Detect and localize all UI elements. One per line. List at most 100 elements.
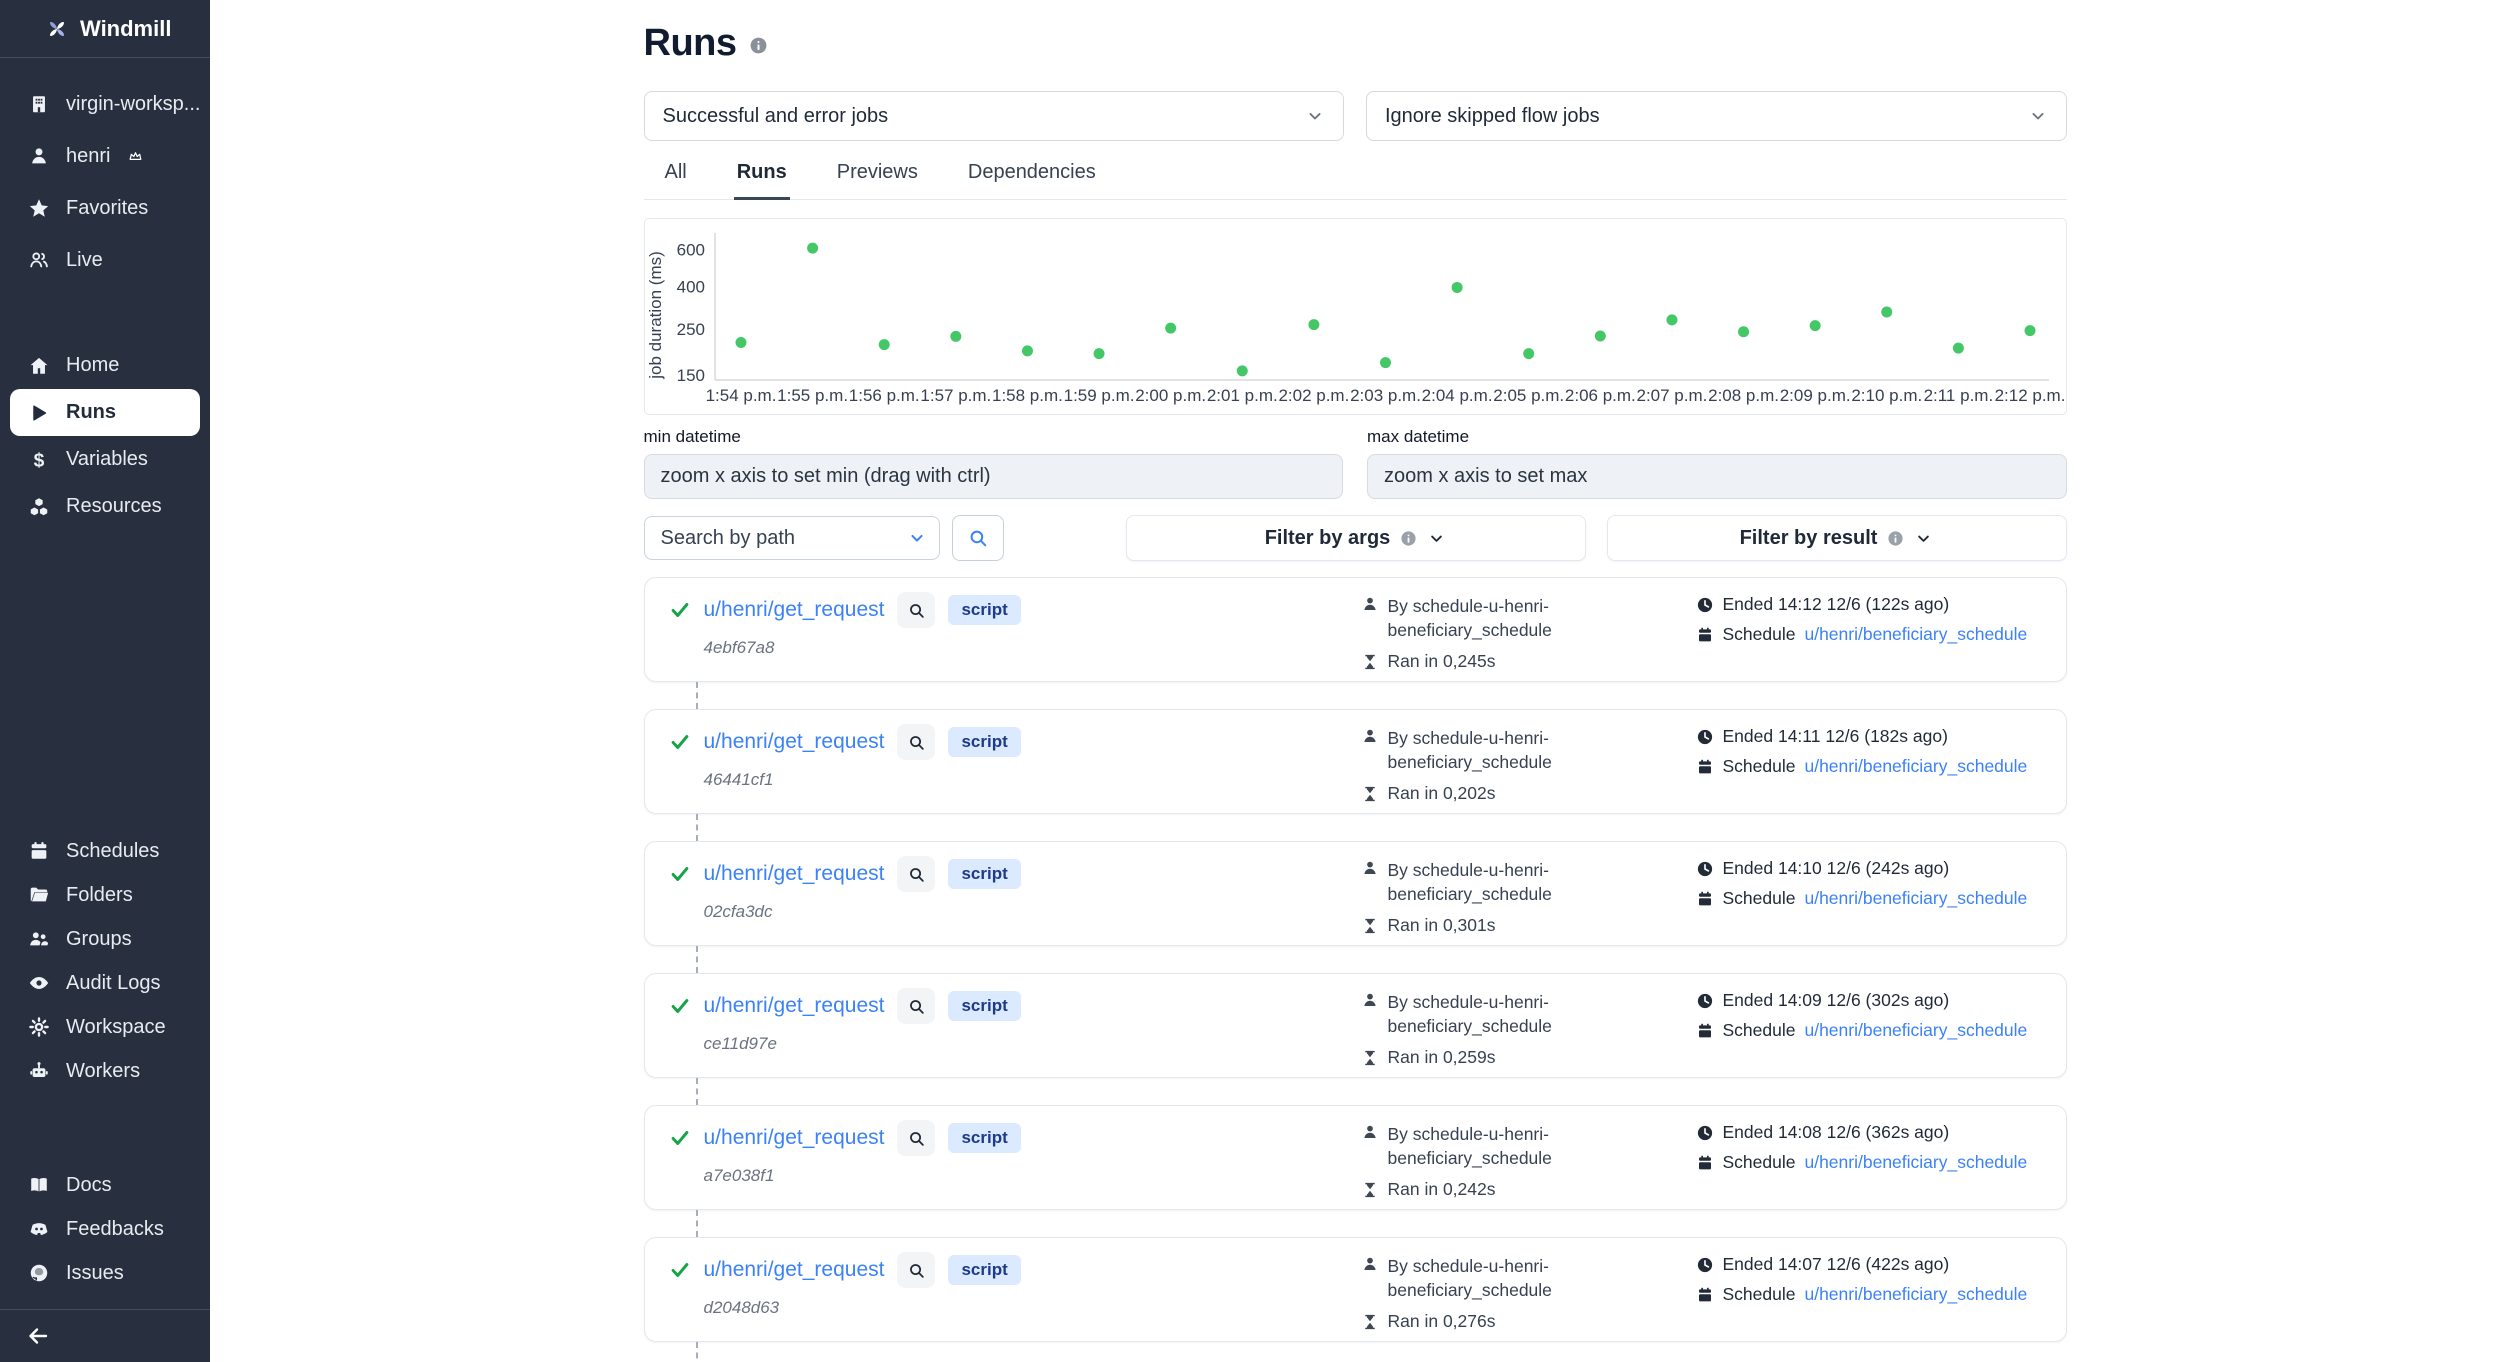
svg-text:2:12 p.m.: 2:12 p.m. bbox=[1994, 386, 2065, 405]
sidebar-collapse-button[interactable] bbox=[0, 1310, 210, 1362]
clock-icon bbox=[1696, 1256, 1714, 1274]
schedule-path-link[interactable]: u/henri/beneficiary_schedule bbox=[1804, 1152, 2027, 1173]
run-card-right: Ended 14:12 12/6 (122s ago) Schedule u/h… bbox=[1696, 592, 2046, 681]
run-path-link[interactable]: u/henri/get_request bbox=[704, 862, 885, 886]
calendar-icon bbox=[1696, 626, 1714, 644]
sidebar-item-workers[interactable]: Workers bbox=[0, 1049, 210, 1093]
schedule-path-link[interactable]: u/henri/beneficiary_schedule bbox=[1804, 756, 2027, 777]
svg-text:600: 600 bbox=[676, 241, 704, 260]
sidebar-item-home[interactable]: Home bbox=[0, 342, 210, 389]
sidebar-item-resources[interactable]: Resources bbox=[0, 483, 210, 530]
sidebar-item-runs[interactable]: Runs bbox=[10, 389, 200, 436]
sidebar-item-docs[interactable]: Docs bbox=[0, 1163, 210, 1207]
search-by-path-select[interactable]: Search by path bbox=[644, 516, 940, 560]
svg-text:$: $ bbox=[34, 450, 45, 471]
sidebar-item-audit-logs[interactable]: Audit Logs bbox=[0, 961, 210, 1005]
inspect-run-button[interactable] bbox=[897, 988, 935, 1024]
info-icon bbox=[1887, 530, 1904, 547]
svg-text:250: 250 bbox=[676, 320, 704, 339]
play-icon bbox=[28, 402, 50, 424]
schedule-prefix: Schedule bbox=[1723, 756, 1796, 777]
sidebar-item-favorites[interactable]: Favorites bbox=[0, 182, 210, 234]
runs-tabs: All Runs Previews Dependencies bbox=[644, 155, 2067, 200]
inspect-run-button[interactable] bbox=[897, 592, 935, 628]
max-datetime-input[interactable] bbox=[1367, 454, 2067, 499]
run-card-left: u/henri/get_request script d2048d63 bbox=[669, 1252, 1361, 1341]
svg-text:2:08 p.m.: 2:08 p.m. bbox=[1708, 386, 1779, 405]
run-duration: Ran in 0,301s bbox=[1388, 915, 1496, 936]
sidebar-item-issues[interactable]: Issues bbox=[0, 1251, 210, 1295]
info-icon[interactable] bbox=[749, 36, 768, 55]
inspect-run-button[interactable] bbox=[897, 1120, 935, 1156]
schedule-path-link[interactable]: u/henri/beneficiary_schedule bbox=[1804, 1284, 2027, 1305]
folders-label: Folders bbox=[66, 884, 133, 907]
inspect-run-button[interactable] bbox=[897, 856, 935, 892]
sidebar-item-workspace-settings[interactable]: Workspace bbox=[0, 1005, 210, 1049]
run-path-link[interactable]: u/henri/get_request bbox=[704, 994, 885, 1018]
tab-runs[interactable]: Runs bbox=[734, 155, 790, 200]
triggered-by: By schedule-u-henri-beneficiary_schedule bbox=[1388, 726, 1616, 774]
chevron-down-icon bbox=[2028, 106, 2048, 126]
resources-label: Resources bbox=[66, 495, 162, 518]
svg-text:2:06 p.m.: 2:06 p.m. bbox=[1564, 386, 1635, 405]
sidebar-item-feedbacks[interactable]: Feedbacks bbox=[0, 1207, 210, 1251]
tab-dependencies[interactable]: Dependencies bbox=[965, 155, 1099, 200]
run-card[interactable]: u/henri/get_request script ce11d97e By s… bbox=[644, 973, 2067, 1078]
sidebar-item-variables[interactable]: $ Variables bbox=[0, 436, 210, 483]
triggered-by: By schedule-u-henri-beneficiary_schedule bbox=[1388, 858, 1616, 906]
schedule-path-link[interactable]: u/henri/beneficiary_schedule bbox=[1804, 624, 2027, 645]
app-logo[interactable]: Windmill bbox=[0, 0, 210, 58]
run-card[interactable]: u/henri/get_request script d2048d63 By s… bbox=[644, 1237, 2067, 1342]
sidebar-workspace-group: virgin-worksp... henri Favorites bbox=[0, 58, 210, 286]
inspect-run-button[interactable] bbox=[897, 1252, 935, 1288]
duration-chart[interactable]: 6004002501501:54 p.m.1:55 p.m.1:56 p.m.1… bbox=[644, 218, 2067, 415]
user-label: henri bbox=[66, 145, 110, 168]
run-path-link[interactable]: u/henri/get_request bbox=[704, 598, 885, 622]
user-icon bbox=[1361, 727, 1379, 745]
hourglass-icon bbox=[1361, 785, 1379, 803]
success-check-icon bbox=[669, 1127, 691, 1149]
run-card[interactable]: u/henri/get_request script a7e038f1 By s… bbox=[644, 1105, 2067, 1210]
schedule-path-link[interactable]: u/henri/beneficiary_schedule bbox=[1804, 888, 2027, 909]
tab-all[interactable]: All bbox=[662, 155, 690, 200]
run-card[interactable]: u/henri/get_request script 4ebf67a8 By s… bbox=[644, 577, 2067, 682]
flow-filter-select[interactable]: Ignore skipped flow jobs bbox=[1366, 91, 2067, 141]
job-status-select[interactable]: Successful and error jobs bbox=[644, 91, 1345, 141]
inspect-run-button[interactable] bbox=[897, 724, 935, 760]
run-card[interactable]: u/henri/get_request script 02cfa3dc By s… bbox=[644, 841, 2067, 946]
run-duration: Ran in 0,242s bbox=[1388, 1179, 1496, 1200]
filter-by-args-button[interactable]: Filter by args bbox=[1126, 515, 1586, 561]
filter-by-result-button[interactable]: Filter by result bbox=[1607, 515, 2067, 561]
run-ended-at: Ended 14:11 12/6 (182s ago) bbox=[1723, 726, 1948, 747]
run-id: ce11d97e bbox=[704, 1034, 1361, 1054]
sidebar-item-live[interactable]: Live bbox=[0, 234, 210, 286]
sidebar-item-schedules[interactable]: Schedules bbox=[0, 829, 210, 873]
sidebar-item-groups[interactable]: Groups bbox=[0, 917, 210, 961]
run-path-link[interactable]: u/henri/get_request bbox=[704, 730, 885, 754]
triggered-by: By schedule-u-henri-beneficiary_schedule bbox=[1388, 1254, 1616, 1302]
duration-scatter-plot[interactable]: 6004002501501:54 p.m.1:55 p.m.1:56 p.m.1… bbox=[645, 219, 2066, 412]
chevron-down-icon bbox=[1305, 106, 1325, 126]
success-check-icon bbox=[669, 1259, 691, 1281]
favorites-label: Favorites bbox=[66, 197, 148, 220]
search-button[interactable] bbox=[952, 515, 1004, 561]
groups-icon bbox=[28, 928, 50, 950]
schedule-path-link[interactable]: u/henri/beneficiary_schedule bbox=[1804, 1020, 2027, 1041]
run-card[interactable]: u/henri/get_request script 46441cf1 By s… bbox=[644, 709, 2067, 814]
run-path-link[interactable]: u/henri/get_request bbox=[704, 1258, 885, 1282]
sidebar-item-folders[interactable]: Folders bbox=[0, 873, 210, 917]
job-kind-badge: script bbox=[948, 859, 1020, 889]
sidebar-item-user[interactable]: henri bbox=[0, 130, 210, 182]
flow-filter-select-value: Ignore skipped flow jobs bbox=[1385, 105, 1600, 128]
schedule-prefix: Schedule bbox=[1723, 624, 1796, 645]
schedule-prefix: Schedule bbox=[1723, 888, 1796, 909]
run-ended-at: Ended 14:07 12/6 (422s ago) bbox=[1723, 1254, 1950, 1275]
user-icon bbox=[1361, 991, 1379, 1009]
min-datetime-input[interactable] bbox=[644, 454, 1344, 499]
run-id: 02cfa3dc bbox=[704, 902, 1361, 922]
tab-previews[interactable]: Previews bbox=[834, 155, 921, 200]
book-icon bbox=[28, 1174, 50, 1196]
run-path-link[interactable]: u/henri/get_request bbox=[704, 1126, 885, 1150]
run-card-left: u/henri/get_request script 02cfa3dc bbox=[669, 856, 1361, 945]
sidebar-item-workspace-switcher[interactable]: virgin-worksp... bbox=[0, 78, 210, 130]
